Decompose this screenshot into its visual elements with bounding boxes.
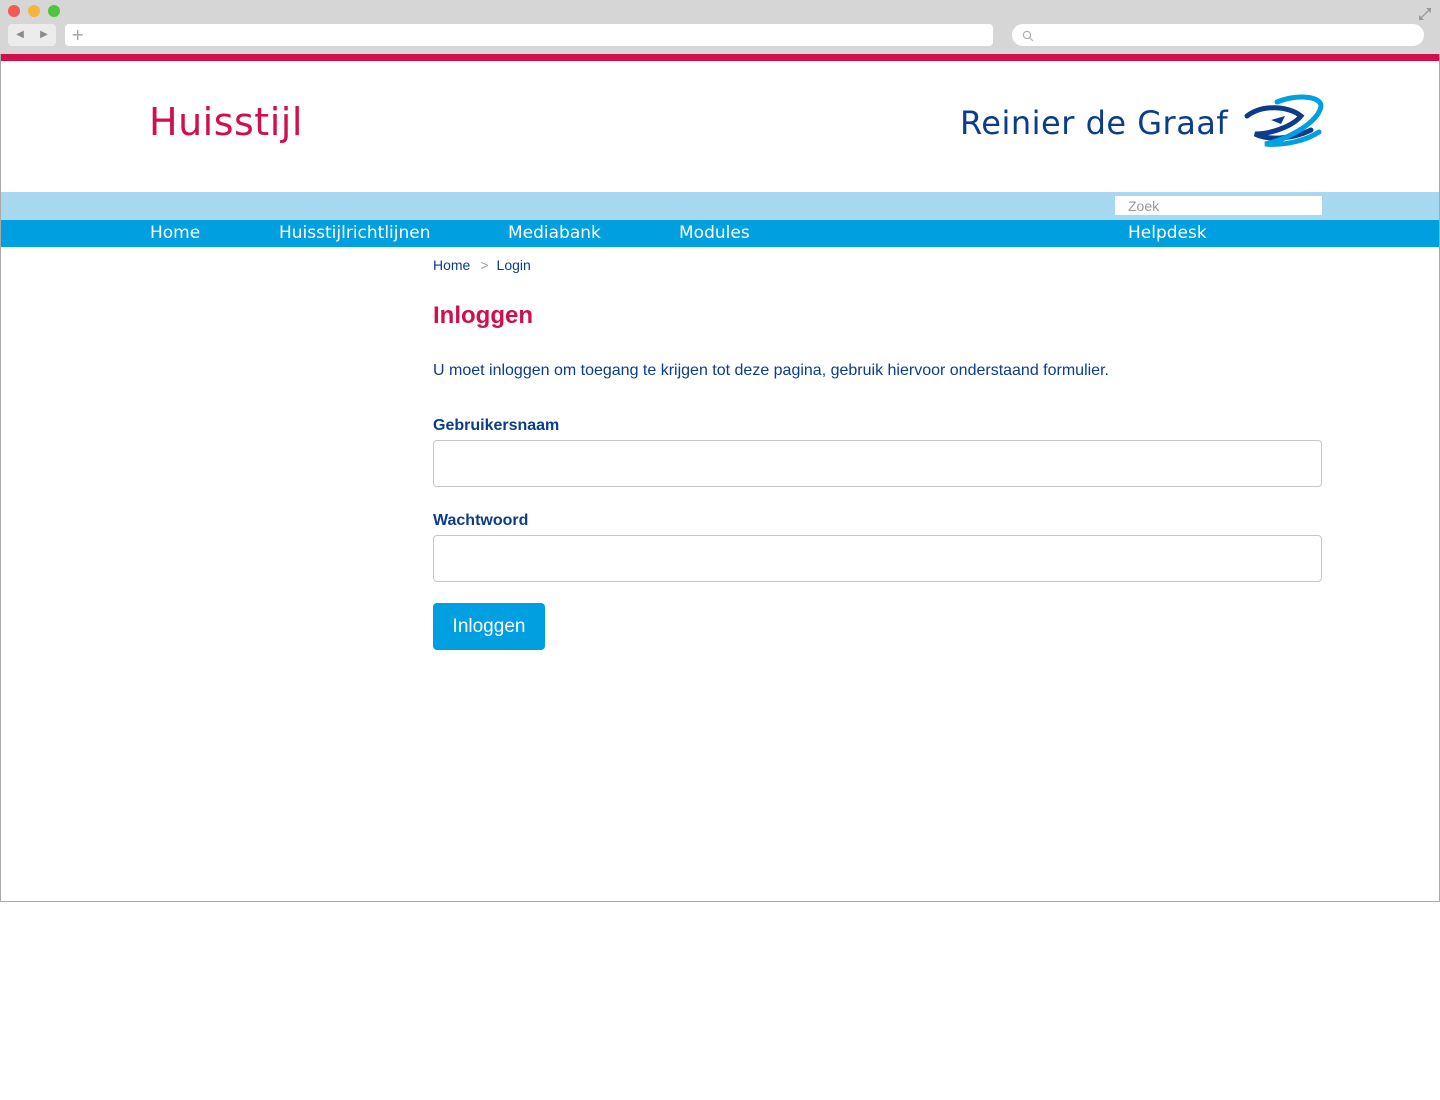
close-window-button[interactable]	[8, 5, 20, 17]
site-search-input[interactable]	[1115, 196, 1322, 215]
new-tab-icon[interactable]: +	[71, 24, 84, 46]
page-title: Inloggen	[433, 302, 533, 329]
login-button[interactable]: Inloggen	[433, 603, 545, 650]
breadcrumb-home-link[interactable]: Home	[433, 257, 470, 273]
search-strip	[1, 192, 1439, 220]
nav-item-home[interactable]: Home	[150, 220, 200, 247]
history-buttons: ◀ ▶	[8, 24, 56, 46]
login-intro-text: U moet inloggen om toegang te krijgen to…	[433, 362, 1109, 379]
page-viewport: Huisstijl Reinier de Graaf Home Huisstij…	[0, 54, 1440, 902]
address-bar[interactable]: +	[65, 24, 993, 46]
nav-item-helpdesk[interactable]: Helpdesk	[1128, 220, 1207, 247]
username-label: Gebruikersnaam	[433, 417, 560, 434]
password-input[interactable]	[433, 535, 1322, 582]
username-input[interactable]	[433, 440, 1322, 487]
breadcrumb-current: Login	[496, 257, 531, 273]
breadcrumb: Home > Login	[433, 257, 531, 273]
forward-button[interactable]: ▶	[32, 24, 56, 46]
main-navigation: Home Huisstijlrichtlijnen Mediabank Modu…	[1, 220, 1439, 247]
top-accent-bar	[1, 54, 1439, 61]
search-icon	[1022, 29, 1034, 42]
browser-chrome: ◀ ▶ +	[0, 0, 1440, 54]
fullscreen-icon[interactable]	[1417, 6, 1433, 22]
browser-search-bar[interactable]	[1012, 24, 1424, 46]
site-logo[interactable]: Huisstijl	[149, 100, 303, 144]
maximize-window-button[interactable]	[48, 5, 60, 17]
nav-item-modules[interactable]: Modules	[679, 220, 750, 247]
nav-item-huisstijlrichtlijnen[interactable]: Huisstijlrichtlijnen	[279, 220, 431, 247]
back-button[interactable]: ◀	[8, 24, 32, 46]
org-logo-mark-icon	[1241, 94, 1325, 150]
nav-item-mediabank[interactable]: Mediabank	[508, 220, 601, 247]
minimize-window-button[interactable]	[28, 5, 40, 17]
org-logo-text[interactable]: Reinier de Graaf	[960, 104, 1228, 142]
password-label: Wachtwoord	[433, 512, 529, 529]
breadcrumb-separator: >	[480, 257, 489, 273]
